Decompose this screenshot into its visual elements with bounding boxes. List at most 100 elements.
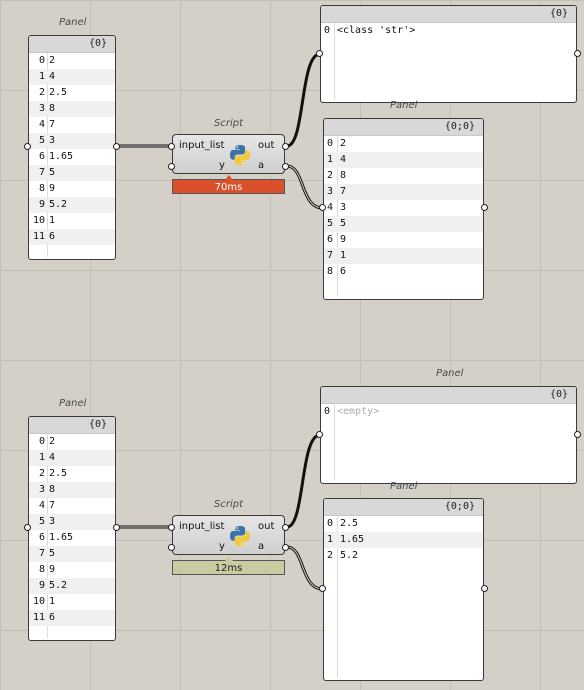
- panel-row: 10 1: [29, 213, 115, 229]
- panel-row: 9 5.2: [29, 578, 115, 594]
- panel-row: 47: [29, 498, 115, 514]
- bottom-script-caption: Script: [214, 499, 244, 510]
- circle-grip-icon[interactable]: [282, 524, 289, 531]
- row-value: 1: [49, 596, 56, 607]
- row-index: 9: [38, 199, 45, 210]
- input-list-param[interactable]: input_list: [179, 521, 224, 532]
- panel-rows: 0 <class 'str'>: [321, 23, 576, 39]
- circle-grip-icon[interactable]: [282, 544, 289, 551]
- panel-row: 14: [324, 152, 483, 168]
- row-value: 5: [340, 218, 347, 229]
- row-index: 0: [324, 406, 331, 417]
- row-index: 11: [32, 612, 45, 623]
- row-index: 2: [38, 87, 45, 98]
- a-param[interactable]: a: [258, 541, 264, 552]
- top-script-timer: 70ms: [172, 175, 285, 194]
- circle-grip-icon[interactable]: [168, 163, 175, 170]
- panel-header: {0}: [29, 417, 115, 434]
- a-param[interactable]: a: [258, 160, 264, 171]
- panel-header: {0;0}: [324, 499, 483, 516]
- out-param[interactable]: out: [258, 140, 274, 151]
- row-index: 4: [38, 500, 45, 511]
- bottom-a-panel[interactable]: {0;0} 0 2.5 1 1.65 2 5.2: [323, 498, 484, 681]
- panel-row: 14: [29, 69, 115, 85]
- row-value: 2: [340, 138, 347, 149]
- circle-grip-icon[interactable]: [113, 524, 120, 531]
- row-value: 4: [340, 154, 347, 165]
- row-index: 3: [327, 186, 334, 197]
- circle-grip-icon[interactable]: [316, 431, 323, 438]
- row-value: 5: [49, 548, 56, 559]
- row-index: 6: [327, 234, 334, 245]
- circle-grip-icon[interactable]: [316, 50, 323, 57]
- row-value: 1.65: [340, 534, 365, 545]
- panel-rows: 0 2.5 1 1.65 2 5.2: [324, 516, 483, 564]
- row-value: 5: [49, 167, 56, 178]
- panel-row: 53: [29, 514, 115, 530]
- circle-grip-icon[interactable]: [168, 544, 175, 551]
- row-index: 4: [38, 119, 45, 130]
- row-index: 7: [327, 250, 334, 261]
- panel-row: 6 1.65: [29, 530, 115, 546]
- panel-row: 11 6: [29, 229, 115, 245]
- panel-header: {0;0}: [324, 119, 483, 136]
- y-param[interactable]: y: [219, 160, 225, 171]
- row-index: 2: [327, 550, 334, 561]
- row-index: 6: [38, 151, 45, 162]
- bottom-script-component[interactable]: input_list y out a: [172, 515, 285, 555]
- circle-grip-icon[interactable]: [282, 143, 289, 150]
- top-input-panel[interactable]: {0} 0 2 1 4 2 2.5 3 8 4 7 5 3 6 1.65 7 5 8 9 9 5.2 10 1 11 6: [28, 35, 116, 260]
- row-value: 8: [49, 103, 56, 114]
- row-value: 2.5: [49, 468, 68, 479]
- row-index: 7: [38, 548, 45, 559]
- panel-row: 02: [29, 53, 115, 69]
- panel-row: 75: [29, 546, 115, 562]
- circle-grip-icon[interactable]: [319, 585, 326, 592]
- circle-grip-icon[interactable]: [113, 143, 120, 150]
- row-index: 8: [38, 564, 45, 575]
- row-value: 4: [49, 71, 56, 82]
- row-index: 5: [327, 218, 334, 229]
- python-logo-icon: [230, 526, 250, 546]
- row-value: 9: [49, 183, 56, 194]
- circle-grip-icon[interactable]: [481, 585, 488, 592]
- bottom-input-panel-caption: Panel: [59, 398, 87, 409]
- out-param[interactable]: out: [258, 521, 274, 532]
- top-a-panel[interactable]: {0;0} 021428374355697186: [323, 118, 484, 300]
- row-value: 1.65: [49, 532, 74, 543]
- circle-grip-icon[interactable]: [574, 431, 581, 438]
- top-out-panel[interactable]: {0} 0 <class 'str'>: [320, 5, 577, 103]
- panel-rows: 0 2 1 4 2 2.5 3 8 4 7 5 3 6 1.65 7 5 8 9 9 5.2 10 1 11 6: [29, 434, 115, 626]
- circle-grip-icon[interactable]: [481, 204, 488, 211]
- bottom-out-panel[interactable]: {0} 0 <empty>: [320, 386, 577, 484]
- input-list-param[interactable]: input_list: [179, 140, 224, 151]
- wire-bottom-a: [286, 545, 324, 591]
- circle-grip-icon[interactable]: [319, 204, 326, 211]
- row-index: 0: [38, 55, 45, 66]
- row-index: 9: [38, 580, 45, 591]
- row-value: 6: [49, 612, 56, 623]
- row-value: 4: [49, 452, 56, 463]
- row-index: 5: [38, 135, 45, 146]
- panel-row: 38: [29, 482, 115, 498]
- circle-grip-icon[interactable]: [24, 143, 31, 150]
- row-value: 9: [340, 234, 347, 245]
- circle-grip-icon[interactable]: [168, 143, 175, 150]
- y-param[interactable]: y: [219, 541, 225, 552]
- row-index: 7: [38, 167, 45, 178]
- panel-row: 2 2.5: [29, 466, 115, 482]
- panel-row: 37: [324, 184, 483, 200]
- circle-grip-icon[interactable]: [574, 50, 581, 57]
- row-value: 2.5: [49, 87, 68, 98]
- circle-grip-icon[interactable]: [282, 163, 289, 170]
- circle-grip-icon[interactable]: [168, 524, 175, 531]
- bottom-input-panel[interactable]: {0} 0 2 1 4 2 2.5 3 8 4 7 5 3 6 1.65 7 5 8 9 9 5.2 10 1 11 6: [28, 416, 116, 641]
- top-script-caption: Script: [214, 118, 244, 129]
- row-value: <class 'str'>: [337, 25, 416, 36]
- top-script-component[interactable]: input_list y out a: [172, 134, 285, 174]
- panel-row: 6 1.65: [29, 149, 115, 165]
- row-value: 2.5: [340, 518, 359, 529]
- circle-grip-icon[interactable]: [24, 524, 31, 531]
- row-value: 1: [49, 215, 56, 226]
- panel-row: 69: [324, 232, 483, 248]
